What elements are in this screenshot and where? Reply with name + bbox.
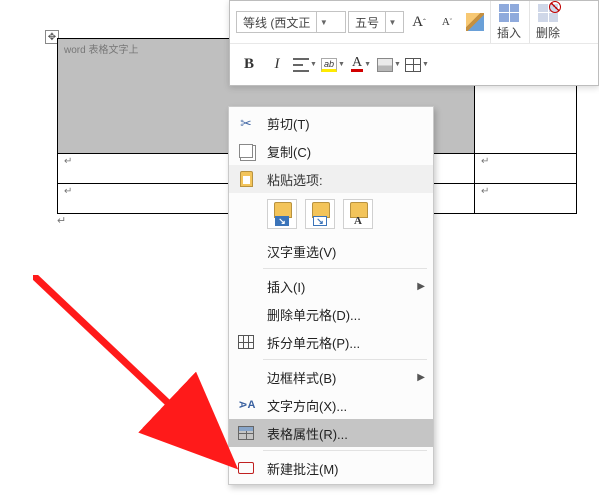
- menu-copy[interactable]: 复制(C): [229, 137, 433, 165]
- menu-label: 新建批注(M): [267, 459, 339, 478]
- blank-icon: [235, 276, 257, 296]
- comment-icon: [235, 458, 257, 478]
- paste-text-only[interactable]: A: [343, 199, 373, 229]
- paste-merge[interactable]: ↘: [305, 199, 335, 229]
- submenu-arrow-icon: ▶: [417, 372, 425, 383]
- context-menu: ✂ 剪切(T) 复制(C) 粘贴选项: ↘ ↘ A 汉字重选(V) 插入(I) …: [228, 106, 434, 485]
- shading-icon: [377, 58, 393, 72]
- menu-label: 粘贴选项:: [267, 170, 323, 189]
- table-properties-icon: [235, 423, 257, 443]
- font-size-combo[interactable]: 五号 ▼: [348, 11, 404, 33]
- chevron-down-icon[interactable]: ▼: [364, 61, 371, 68]
- italic-button[interactable]: I: [264, 52, 290, 78]
- highlight-icon: ab: [321, 58, 337, 72]
- shrink-font-icon: A: [442, 16, 450, 28]
- shrink-font-button[interactable]: Aˇ: [434, 9, 460, 35]
- bold-icon: B: [244, 56, 254, 73]
- split-cells-icon: [235, 332, 257, 352]
- paste-keep-source[interactable]: ↘: [267, 199, 297, 229]
- text-direction-icon: AA: [235, 395, 257, 415]
- bold-button[interactable]: B: [236, 52, 262, 78]
- chevron-down-icon[interactable]: ▼: [316, 12, 330, 32]
- menu-label: 汉字重选(V): [267, 242, 336, 261]
- menu-label: 复制(C): [267, 142, 311, 161]
- menu-label: 剪切(T): [267, 114, 310, 133]
- highlight-button[interactable]: ab ▼: [320, 52, 346, 78]
- paragraph-mark: ↵: [57, 214, 66, 227]
- shading-button[interactable]: ▼: [376, 52, 402, 78]
- brush-icon: [466, 13, 484, 31]
- menu-text-direction[interactable]: AA 文字方向(X)...: [229, 391, 433, 419]
- font-size-value: 五号: [349, 14, 385, 31]
- paste-text-icon: A: [351, 216, 365, 226]
- insert-group[interactable]: 插入: [490, 1, 527, 43]
- chevron-down-icon[interactable]: ▼: [338, 61, 345, 68]
- chevron-down-icon[interactable]: ▼: [385, 12, 399, 32]
- scissors-icon: ✂: [235, 113, 257, 133]
- font-name-combo[interactable]: 等线 (西文正 ▼: [236, 11, 346, 33]
- table-cell[interactable]: ↵: [475, 184, 577, 214]
- align-button[interactable]: ▼: [292, 52, 318, 78]
- menu-separator: [263, 359, 427, 360]
- font-color-icon: A: [351, 57, 363, 72]
- menu-split-cells[interactable]: 拆分单元格(P)...: [229, 328, 433, 356]
- font-color-button[interactable]: A ▼: [348, 52, 374, 78]
- table-cell[interactable]: ↵: [475, 154, 577, 184]
- menu-paste-options-header: 粘贴选项:: [229, 165, 433, 193]
- menu-new-comment[interactable]: 新建批注(M): [229, 454, 433, 482]
- menu-label: 拆分单元格(P)...: [267, 333, 360, 352]
- menu-label: 插入(I): [267, 277, 305, 296]
- menu-label: 文字方向(X)...: [267, 396, 347, 415]
- delete-group[interactable]: 删除: [529, 1, 566, 43]
- menu-label: 删除单元格(D)...: [267, 305, 361, 324]
- borders-icon: [405, 58, 421, 72]
- annotation-arrow: [33, 275, 253, 475]
- menu-separator: [263, 450, 427, 451]
- insert-label: 插入: [497, 24, 521, 41]
- submenu-arrow-icon: ▶: [417, 281, 425, 292]
- mini-toolbar: 等线 (西文正 ▼ 五号 ▼ Aˆ Aˇ 插入 删除 B I: [229, 0, 599, 86]
- format-painter-button[interactable]: [462, 9, 488, 35]
- grow-font-icon: A: [412, 14, 423, 31]
- menu-delete-cells[interactable]: 删除单元格(D)...: [229, 300, 433, 328]
- copy-icon: [235, 141, 257, 161]
- chevron-down-icon[interactable]: ▼: [310, 61, 317, 68]
- font-name-value: 等线 (西文正: [237, 14, 316, 31]
- delete-label: 删除: [536, 24, 560, 41]
- blank-icon: [235, 304, 257, 324]
- menu-separator: [263, 268, 427, 269]
- chevron-down-icon[interactable]: ▼: [422, 61, 429, 68]
- align-icon: [293, 58, 309, 72]
- delete-table-icon: [538, 4, 558, 22]
- menu-cut[interactable]: ✂ 剪切(T): [229, 109, 433, 137]
- grow-font-button[interactable]: Aˆ: [406, 9, 432, 35]
- menu-label: 边框样式(B): [267, 368, 336, 387]
- blank-icon: [235, 241, 257, 261]
- clipboard-icon: [235, 169, 257, 189]
- insert-table-icon: [499, 4, 519, 22]
- paste-options-row: ↘ ↘ A: [229, 193, 433, 237]
- borders-button[interactable]: ▼: [404, 52, 430, 78]
- menu-insert[interactable]: 插入(I) ▶: [229, 272, 433, 300]
- menu-reconvert[interactable]: 汉字重选(V): [229, 237, 433, 265]
- menu-label: 表格属性(R)...: [267, 424, 348, 443]
- selected-cell-text: word 表格文字上: [64, 45, 138, 56]
- chevron-down-icon[interactable]: ▼: [394, 61, 401, 68]
- menu-table-properties[interactable]: 表格属性(R)...: [229, 419, 433, 447]
- blank-icon: [235, 367, 257, 387]
- italic-icon: I: [275, 56, 280, 73]
- menu-border-style[interactable]: 边框样式(B) ▶: [229, 363, 433, 391]
